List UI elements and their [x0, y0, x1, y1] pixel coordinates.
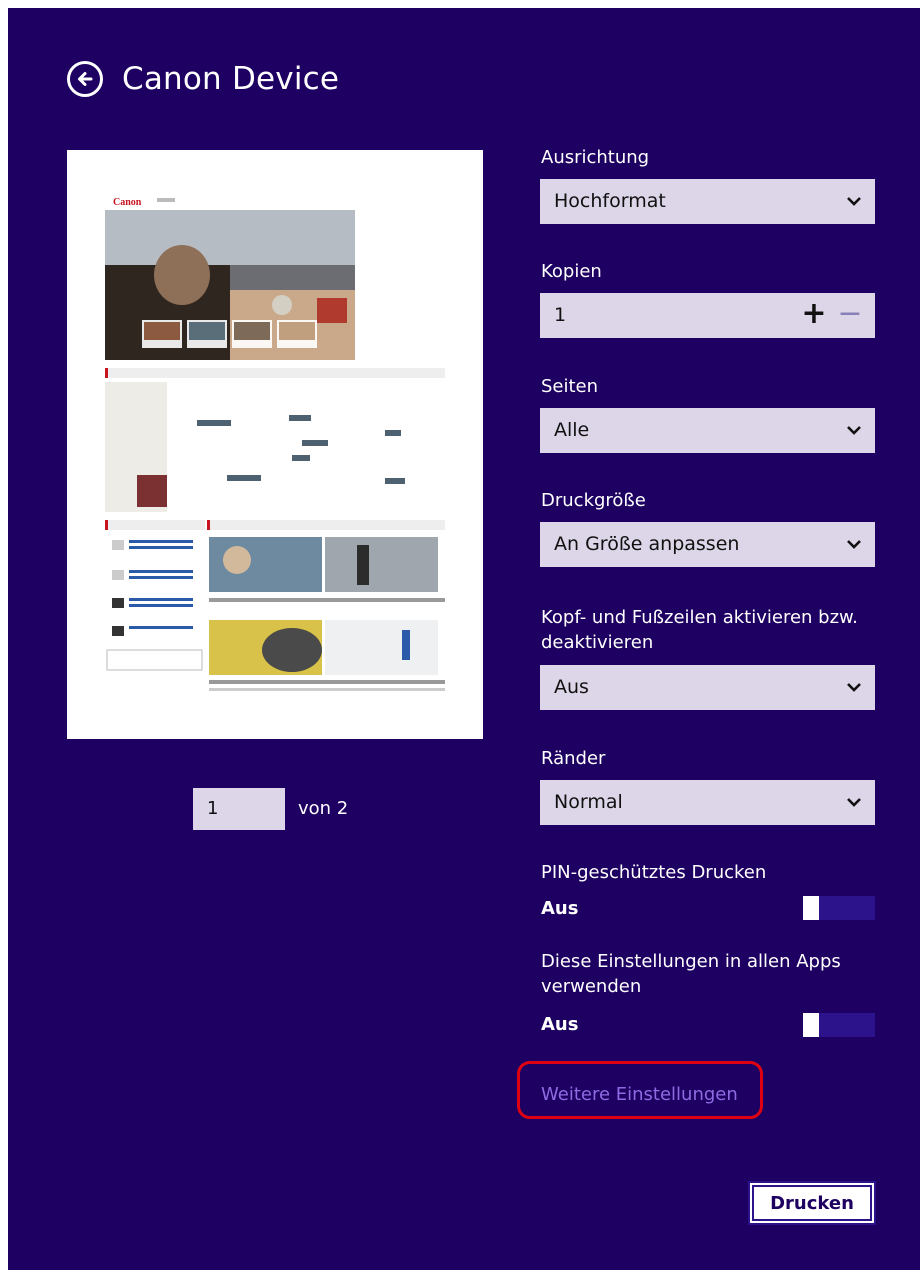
back-button[interactable]	[67, 61, 103, 97]
print-size-label: Druckgröße	[541, 490, 646, 511]
margins-label: Ränder	[541, 748, 606, 769]
pages-label: Seiten	[541, 376, 599, 397]
margins-value: Normal	[554, 791, 623, 813]
highlight-annotation	[517, 1061, 763, 1119]
chevron-down-icon	[847, 540, 861, 549]
all-apps-label: Diese Einstellungen in allen Apps verwen…	[541, 951, 841, 997]
preview-page-image: Canon	[67, 150, 483, 739]
toggle-knob	[803, 896, 819, 920]
header-footer-select[interactable]: Aus	[540, 665, 875, 710]
orientation-label: Ausrichtung	[541, 147, 650, 168]
orientation-select[interactable]: Hochformat	[540, 179, 875, 224]
title-bar: Canon Device	[67, 61, 339, 97]
page-count-label: von 2	[298, 798, 349, 819]
increment-button[interactable]: +	[801, 293, 827, 338]
pages-select[interactable]: Alle	[540, 408, 875, 453]
chevron-down-icon	[847, 197, 861, 206]
print-size-value: An Größe anpassen	[554, 533, 740, 555]
margins-select[interactable]: Normal	[540, 780, 875, 825]
print-button-label: Drucken	[770, 1192, 854, 1214]
print-button[interactable]: Drucken	[748, 1181, 876, 1225]
preview-logo: Canon	[113, 197, 142, 208]
all-apps-toggle[interactable]	[803, 1013, 875, 1037]
print-dialog: Canon Device Canon 1 von 2 Ausrichtung H…	[8, 8, 920, 1270]
copies-stepper: 1 + −	[540, 293, 875, 338]
pin-print-label: PIN-geschütztes Drucken	[541, 862, 767, 883]
chevron-down-icon	[847, 683, 861, 692]
header-footer-label: Kopf- und Fußzeilen aktivieren bzw. deak…	[541, 607, 858, 653]
page-title: Canon Device	[122, 61, 340, 97]
copies-label: Kopien	[541, 261, 602, 282]
toggle-knob	[803, 1013, 819, 1037]
back-arrow-icon	[78, 72, 93, 86]
pin-print-state: Aus	[541, 898, 579, 919]
all-apps-state: Aus	[541, 1014, 579, 1035]
copies-value[interactable]: 1	[554, 304, 566, 326]
print-size-select[interactable]: An Größe anpassen	[540, 522, 875, 567]
page-number-input[interactable]: 1	[193, 788, 285, 830]
chevron-down-icon	[847, 798, 861, 807]
orientation-value: Hochformat	[554, 190, 666, 212]
pages-value: Alle	[554, 419, 590, 441]
pin-print-toggle[interactable]	[803, 896, 875, 920]
header-footer-value: Aus	[554, 676, 589, 698]
chevron-down-icon	[847, 426, 861, 435]
decrement-button[interactable]: −	[837, 293, 863, 338]
print-preview: Canon	[67, 150, 483, 739]
